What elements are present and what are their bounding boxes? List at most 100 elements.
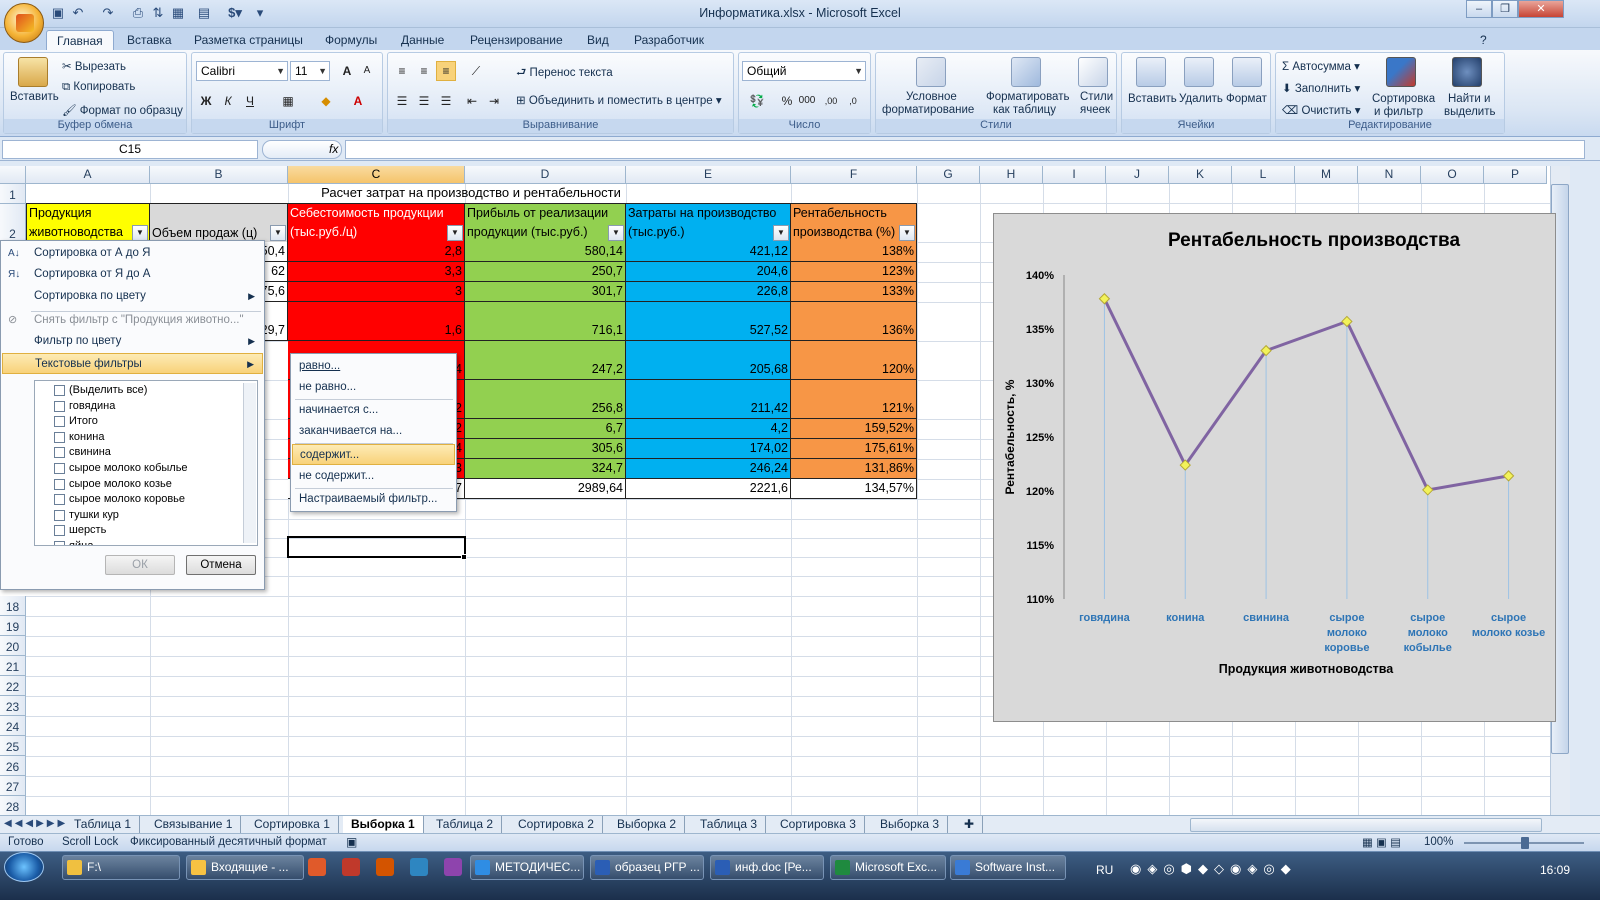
start-button[interactable] <box>4 852 44 882</box>
sheet-title-cell[interactable]: Расчет затрат на производство и рентабел… <box>150 185 792 200</box>
quick-print-icon[interactable]: ⎙ <box>130 5 146 21</box>
percent-icon[interactable]: % <box>777 91 797 111</box>
sort-filter-icon[interactable] <box>1386 57 1416 87</box>
expenses-cell[interactable]: 211,42 <box>626 380 791 419</box>
undo-icon[interactable]: ↶ <box>70 5 86 21</box>
sheet-tab[interactable]: Сортировка 1 <box>246 816 339 834</box>
filter-begins-with[interactable]: начинается с... <box>292 400 455 421</box>
filter-list-item[interactable]: свинина <box>54 445 111 460</box>
cell-styles-line1[interactable]: Стили <box>1080 91 1113 103</box>
expenses-cell[interactable]: 226,8 <box>626 282 791 302</box>
italic-icon[interactable]: К <box>218 91 238 111</box>
font-size-combo[interactable]: 11 ▼ <box>290 61 330 81</box>
profit-cell[interactable]: 580,14 <box>465 242 626 262</box>
filter-ends-with[interactable]: заканчивается на... <box>292 421 455 442</box>
conditional-format-icon[interactable] <box>916 57 946 87</box>
paste-button[interactable]: Вставить <box>10 91 59 103</box>
column-header[interactable]: H <box>980 166 1043 184</box>
conditional-format-line1[interactable]: Условное <box>906 91 957 103</box>
insert-sheet-icon[interactable]: ✚ <box>956 816 984 834</box>
delete-cells-icon[interactable] <box>1184 57 1214 87</box>
column-header[interactable]: F <box>791 166 917 184</box>
comma-style-icon[interactable]: 000 <box>797 91 817 111</box>
tab-data[interactable]: Данные <box>391 30 454 50</box>
tab-insert[interactable]: Вставка <box>117 30 182 50</box>
sheet-tab[interactable]: Сортировка 2 <box>510 816 603 834</box>
profitability-cell[interactable]: 131,86% <box>791 459 917 479</box>
filter-list-item[interactable]: Итого <box>54 414 98 429</box>
language-indicator[interactable]: RU <box>1096 863 1113 877</box>
filter-list-item[interactable]: конина <box>54 430 104 445</box>
profitability-cell[interactable]: 136% <box>791 302 917 341</box>
insert-cells-icon[interactable] <box>1136 57 1166 87</box>
restore-button[interactable]: ❐ <box>1492 0 1518 18</box>
taskbar-item[interactable]: МЕТОДИЧЕС... <box>470 855 584 880</box>
quick-launch-icon[interactable] <box>342 858 360 876</box>
orientation-icon[interactable]: ⟋ <box>466 61 486 81</box>
profit-cell[interactable]: 301,7 <box>465 282 626 302</box>
zoom-level[interactable]: 100% <box>1424 836 1453 848</box>
minimize-button[interactable]: – <box>1466 0 1492 18</box>
format-as-table-line2[interactable]: как таблицу <box>993 104 1056 116</box>
row-header[interactable]: 26 <box>0 756 26 776</box>
tray-icons[interactable]: ◉◈◎⬢◆◇◉◈◎◆ <box>1130 861 1297 877</box>
tab-page-layout[interactable]: Разметка страницы <box>184 30 313 50</box>
fill-handle[interactable] <box>461 554 467 560</box>
header-cell-expenses[interactable]: Затраты на производство (тыс.руб.) <box>626 203 791 243</box>
format-as-table-icon[interactable] <box>1011 57 1041 87</box>
checkbox[interactable] <box>54 509 65 521</box>
column-header[interactable]: N <box>1358 166 1421 184</box>
column-header[interactable]: I <box>1043 166 1106 184</box>
filter-dropdown-a[interactable]: ▼ <box>132 225 148 241</box>
taskbar-item[interactable]: образец РГР ... <box>590 855 704 880</box>
help-icon[interactable]: ? <box>1480 30 1487 50</box>
column-header[interactable]: B <box>150 166 288 184</box>
profitability-cell[interactable]: 138% <box>791 242 917 262</box>
expenses-cell[interactable]: 2221,6 <box>626 479 791 499</box>
qat-dropdown-icon[interactable]: ▾ <box>252 5 268 21</box>
filter-not-contains[interactable]: не содержит... <box>292 466 455 487</box>
sheet-tab[interactable]: Таблица 3 <box>692 816 767 834</box>
close-button[interactable]: ✕ <box>1518 0 1564 18</box>
cell-styles-icon[interactable] <box>1078 57 1108 87</box>
fill-button[interactable]: ⬇ Заполнить ▾ <box>1282 81 1360 95</box>
font-color-icon[interactable]: A <box>348 91 368 111</box>
sheet-tab[interactable]: Сортировка 3 <box>772 816 865 834</box>
wrap-text-button[interactable]: ⮐ Перенос текста <box>516 65 613 84</box>
sheet-tab[interactable]: Выборка 1 <box>343 816 424 834</box>
row-header[interactable]: 23 <box>0 696 26 716</box>
profitability-cell[interactable]: 159,52% <box>791 419 917 439</box>
redo-icon[interactable]: ↷ <box>100 5 116 21</box>
expenses-cell[interactable]: 174,02 <box>626 439 791 459</box>
clear-button[interactable]: ⌫ Очистить ▾ <box>1282 103 1361 117</box>
decrease-decimal-icon[interactable]: ,0 <box>843 91 863 111</box>
align-bottom-icon[interactable]: ≡ <box>436 61 456 81</box>
taskbar-item[interactable]: инф.doc [Ре... <box>710 855 824 880</box>
filter-not-equals[interactable]: не равно... <box>292 377 455 398</box>
formula-input[interactable] <box>345 140 1585 159</box>
cell-styles-line2[interactable]: ячеек <box>1080 104 1110 116</box>
fill-color-icon[interactable]: ◆ <box>316 91 336 111</box>
row-header[interactable]: 1 <box>0 184 26 204</box>
sheet-tab[interactable]: Таблица 1 <box>66 816 141 834</box>
accounting-format-icon[interactable]: 💱 <box>743 91 771 111</box>
filter-list-item[interactable]: говядина <box>54 399 115 414</box>
filter-list-item[interactable]: сырое молоко кобылье <box>54 461 188 476</box>
taskbar-item[interactable]: F:\ <box>62 855 180 880</box>
quick-launch-icon[interactable] <box>376 858 394 876</box>
profit-cell[interactable]: 6,7 <box>465 419 626 439</box>
column-header[interactable]: A <box>26 166 150 184</box>
merge-center-button[interactable]: ⊞ Объединить и поместить в центре ▾ <box>516 93 722 107</box>
tab-view[interactable]: Вид <box>577 30 619 50</box>
profit-cell[interactable]: 716,1 <box>465 302 626 341</box>
column-header[interactable]: C <box>288 166 465 184</box>
row-header[interactable]: 20 <box>0 636 26 656</box>
align-center-icon[interactable]: ☰ <box>414 91 434 111</box>
profit-cell[interactable]: 247,2 <box>465 341 626 380</box>
filter-contains[interactable]: содержит... <box>292 444 455 465</box>
insert-cells-button[interactable]: Вставить <box>1128 93 1177 105</box>
filter-dropdown-f[interactable]: ▼ <box>899 225 915 241</box>
profitability-cell[interactable]: 134,57% <box>791 479 917 499</box>
taskbar-item[interactable]: Входящие - ... <box>186 855 304 880</box>
checkbox[interactable] <box>54 541 65 545</box>
